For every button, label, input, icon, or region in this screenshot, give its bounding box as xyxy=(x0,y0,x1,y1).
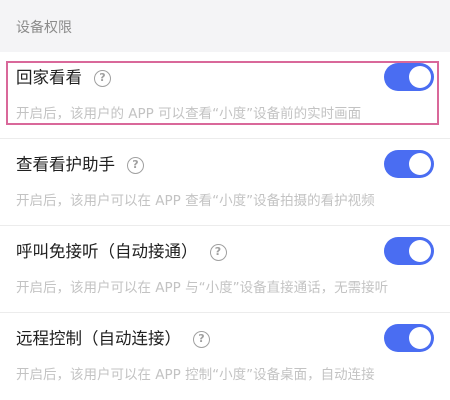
permission-title-row: 呼叫免接听（自动接通） ? xyxy=(16,238,227,266)
question-circle-icon[interactable]: ? xyxy=(193,330,210,348)
question-circle-icon[interactable]: ? xyxy=(94,69,111,87)
permission-title-row: 远程控制（自动连接） ? xyxy=(16,325,210,353)
question-circle-icon[interactable]: ? xyxy=(127,156,144,174)
permission-description: 开启后，该用户可以在 APP 与“小度”设备直接通话，无需接听 xyxy=(16,280,389,296)
question-circle-icon[interactable]: ? xyxy=(209,243,227,261)
care-assistant-toggle[interactable] xyxy=(384,150,434,178)
permission-item-care-assistant: 查看看护助手 ? 开启后，该用户可以在 APP 查看“小度”设备拍摄的看护视频 xyxy=(0,139,450,226)
permission-item-auto-answer: 呼叫免接听（自动接通） ? 开启后，该用户可以在 APP 与“小度”设备直接通话… xyxy=(0,226,450,313)
permission-title: 查看看护助手 xyxy=(16,155,115,174)
permission-description: 开启后，该用户可以在 APP 查看“小度”设备拍摄的看护视频 xyxy=(16,193,375,209)
toggle-knob xyxy=(409,66,431,88)
home-view-toggle[interactable] xyxy=(384,63,434,91)
section-title: 设备权限 xyxy=(16,20,72,36)
permission-item-home-view: 回家看看 ? 开启后，该用户的 APP 可以查看“小度”设备前的实时画面 xyxy=(0,52,450,139)
permission-title: 呼叫免接听（自动接通） xyxy=(16,242,198,261)
permission-title-row: 回家看看 ? xyxy=(16,64,111,92)
permission-title-row: 查看看护助手 ? xyxy=(16,151,144,179)
toggle-knob xyxy=(409,327,431,349)
device-permissions-page: 设备权限 回家看看 ? 开启后，该用户的 APP 可以查看“小度”设备前的实时画… xyxy=(0,0,450,400)
auto-answer-toggle[interactable] xyxy=(384,237,434,265)
permission-list: 回家看看 ? 开启后，该用户的 APP 可以查看“小度”设备前的实时画面 查看看… xyxy=(0,52,450,400)
remote-control-toggle[interactable] xyxy=(384,324,434,352)
permission-title: 回家看看 xyxy=(16,68,82,87)
permission-item-remote-control: 远程控制（自动连接） ? 开启后，该用户可以在 APP 控制“小度”设备桌面，自… xyxy=(0,313,450,400)
permission-description: 开启后，该用户可以在 APP 控制“小度”设备桌面，自动连接 xyxy=(16,367,375,383)
toggle-knob xyxy=(409,240,431,262)
permission-title: 远程控制（自动连接） xyxy=(16,329,181,348)
toggle-knob xyxy=(409,153,431,175)
permission-description: 开启后，该用户的 APP 可以查看“小度”设备前的实时画面 xyxy=(16,106,362,122)
